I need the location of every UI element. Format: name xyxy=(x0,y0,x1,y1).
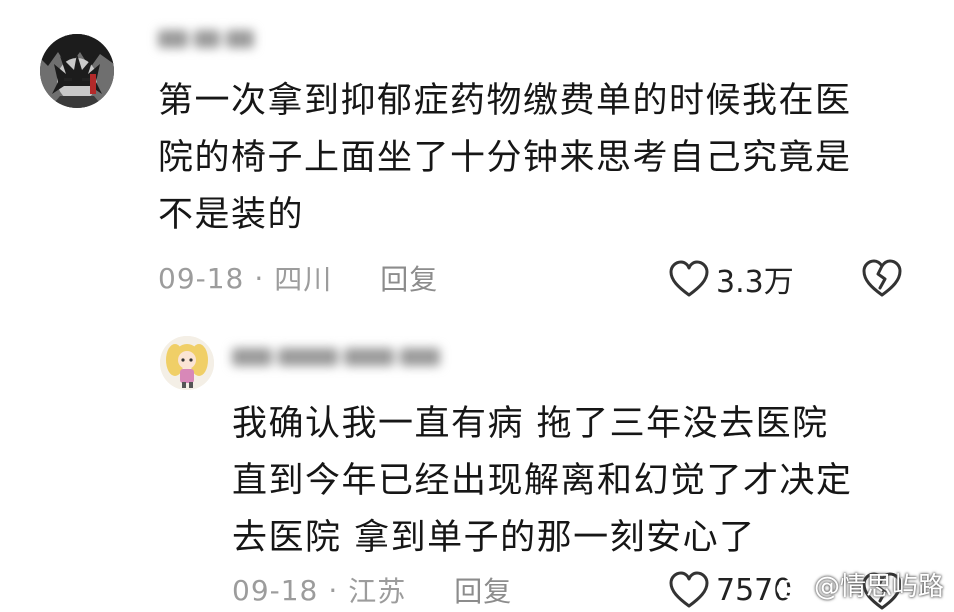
meta-separator: · xyxy=(254,261,265,295)
comment-meta: 09-18 · 四川 回复 xyxy=(158,258,438,298)
reply-location: 江苏 xyxy=(348,575,407,608)
reply-button[interactable]: 回复 xyxy=(380,258,438,298)
heart-icon xyxy=(669,571,709,608)
reply-meta: 09-18 · 江苏 回复 xyxy=(232,570,512,610)
anime-girl-avatar-icon xyxy=(160,336,214,390)
weibo-icon xyxy=(776,573,809,598)
comment-text: 第一次拿到抑郁症药物缴费单的时候我在医 院的椅子上面坐了十分钟来思考自己究竟是 … xyxy=(158,81,852,235)
meta-separator: · xyxy=(328,573,339,607)
heart-icon xyxy=(669,260,709,297)
replier-avatar[interactable] xyxy=(160,336,214,390)
reply-date: 09-18 xyxy=(232,573,319,607)
like-button[interactable]: 3.3万 xyxy=(668,257,794,301)
weibo-watermark: @情思屿路 xyxy=(776,566,944,603)
commenter-username-blurred[interactable] xyxy=(158,30,268,56)
reply-text: 我确认我一直有病 拖了三年没去医院 直到今年已经出现解离和幻觉了才决定 去医院 … xyxy=(232,404,853,558)
broken-heart-icon[interactable] xyxy=(860,257,904,299)
replier-username-blurred[interactable] xyxy=(232,348,452,374)
like-button[interactable]: 7570 xyxy=(668,570,792,610)
commenter-avatar[interactable] xyxy=(40,34,114,108)
reply-button[interactable]: 回复 xyxy=(454,570,512,610)
comment-location: 四川 xyxy=(274,263,333,296)
anime-boy-avatar-icon xyxy=(40,34,114,108)
watermark-text: @情思屿路 xyxy=(813,572,944,602)
like-count: 3.3万 xyxy=(716,265,794,300)
comment-date: 09-18 xyxy=(158,261,245,295)
